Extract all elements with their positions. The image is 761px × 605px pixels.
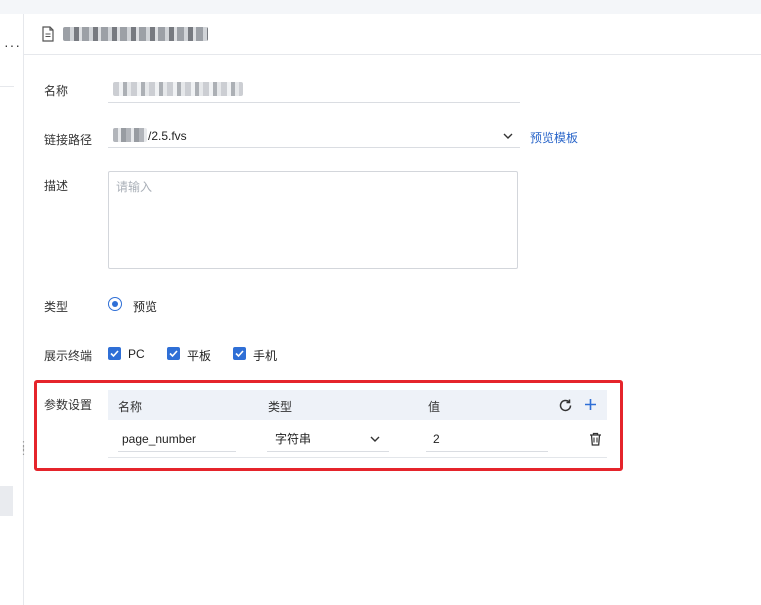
- description-textarea[interactable]: 请输入: [108, 171, 518, 269]
- params-row-divider: [108, 457, 607, 458]
- checkbox-pc[interactable]: [108, 347, 121, 360]
- chevron-down-icon[interactable]: [370, 434, 380, 444]
- type-label: 类型: [44, 300, 69, 314]
- name-value-redacted: [113, 82, 243, 96]
- preview-template-link[interactable]: 预览模板: [530, 129, 578, 146]
- params-col-value: 值: [428, 400, 441, 414]
- param-name-value: page_number: [122, 432, 197, 446]
- panel-header: [24, 14, 761, 55]
- params-col-name: 名称: [118, 400, 143, 414]
- param-value-input[interactable]: [426, 451, 548, 452]
- description-label: 描述: [44, 179, 69, 193]
- left-selected-item[interactable]: [0, 486, 13, 516]
- link-path-redacted: [113, 128, 147, 142]
- params-col-type: 类型: [268, 400, 293, 414]
- type-option-label: 预览: [133, 300, 158, 314]
- checkbox-pc-label: PC: [128, 347, 145, 361]
- top-strip: [0, 0, 761, 14]
- params-label: 参数设置: [44, 398, 93, 412]
- checkbox-mobile[interactable]: [233, 347, 246, 360]
- checkbox-mobile-label: 手机: [253, 349, 278, 363]
- params-header-row: 名称 类型 值: [108, 390, 607, 420]
- param-name-input[interactable]: [118, 451, 236, 452]
- param-value-value: 2: [433, 432, 440, 446]
- drag-handle-icon[interactable]: ⋮ ⋮: [18, 441, 29, 460]
- type-radio-preview[interactable]: [108, 297, 122, 311]
- params-table: 名称 类型 值 page_number 字符串 2: [108, 390, 607, 458]
- page-title-redacted: [63, 27, 208, 41]
- description-placeholder: 请输入: [116, 180, 153, 194]
- left-divider: [0, 86, 14, 87]
- link-path-value: /2.5.fvs: [148, 129, 187, 143]
- checkbox-tablet[interactable]: [167, 347, 180, 360]
- name-input[interactable]: [108, 102, 520, 103]
- chevron-down-icon[interactable]: [503, 131, 513, 141]
- more-icon[interactable]: ···: [4, 37, 21, 53]
- left-panel: ···: [0, 14, 24, 605]
- checkbox-tablet-label: 平板: [187, 349, 212, 363]
- link-path-label: 链接路径: [44, 133, 93, 147]
- param-type-select[interactable]: [267, 451, 389, 452]
- param-type-value: 字符串: [275, 432, 312, 446]
- refresh-icon[interactable]: [558, 398, 573, 413]
- document-icon: [42, 26, 54, 42]
- plus-icon[interactable]: [584, 398, 597, 411]
- link-path-select[interactable]: [108, 147, 520, 148]
- trash-icon[interactable]: [589, 432, 602, 446]
- name-label: 名称: [44, 84, 69, 98]
- terminals-label: 展示终端: [44, 349, 93, 363]
